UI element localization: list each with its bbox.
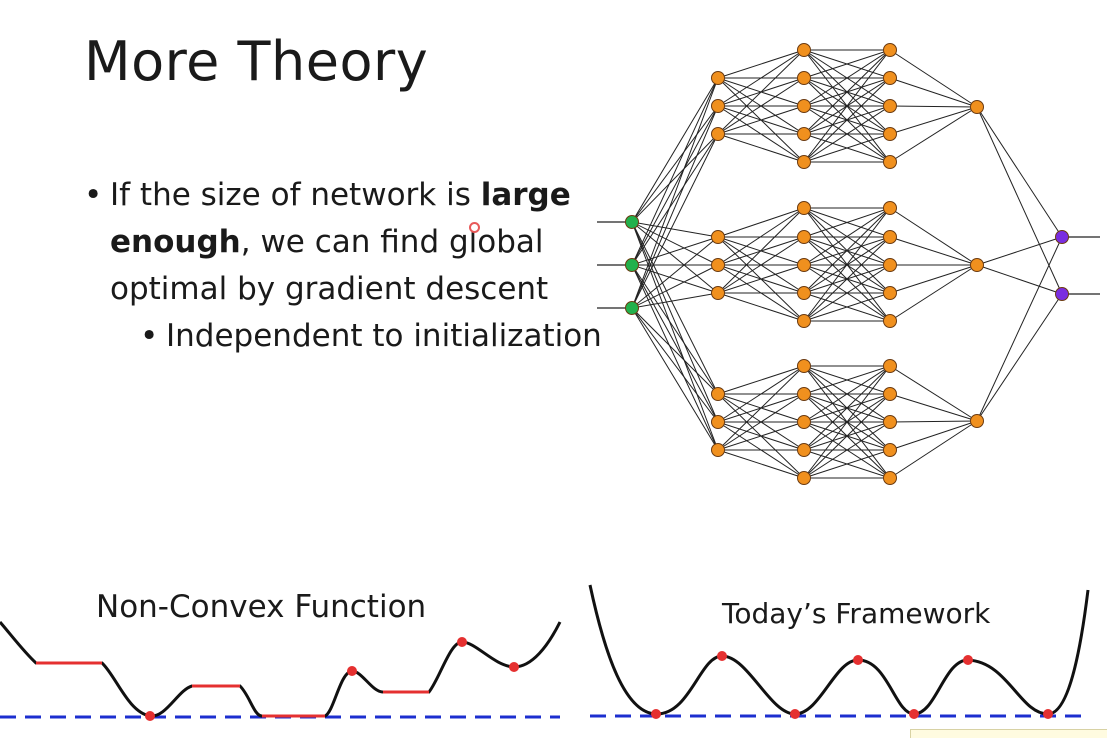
framework-point — [790, 709, 800, 719]
framework-point — [651, 709, 661, 719]
framework-point — [717, 651, 727, 661]
framework-point — [853, 655, 863, 665]
framework-point — [963, 655, 973, 665]
pointer-dot-icon — [469, 222, 480, 233]
framework-point — [1043, 709, 1053, 719]
framework-point — [909, 709, 919, 719]
todays-framework-plot: Today’s Framework — [588, 584, 1090, 719]
framework-label: Today’s Framework — [721, 597, 991, 630]
